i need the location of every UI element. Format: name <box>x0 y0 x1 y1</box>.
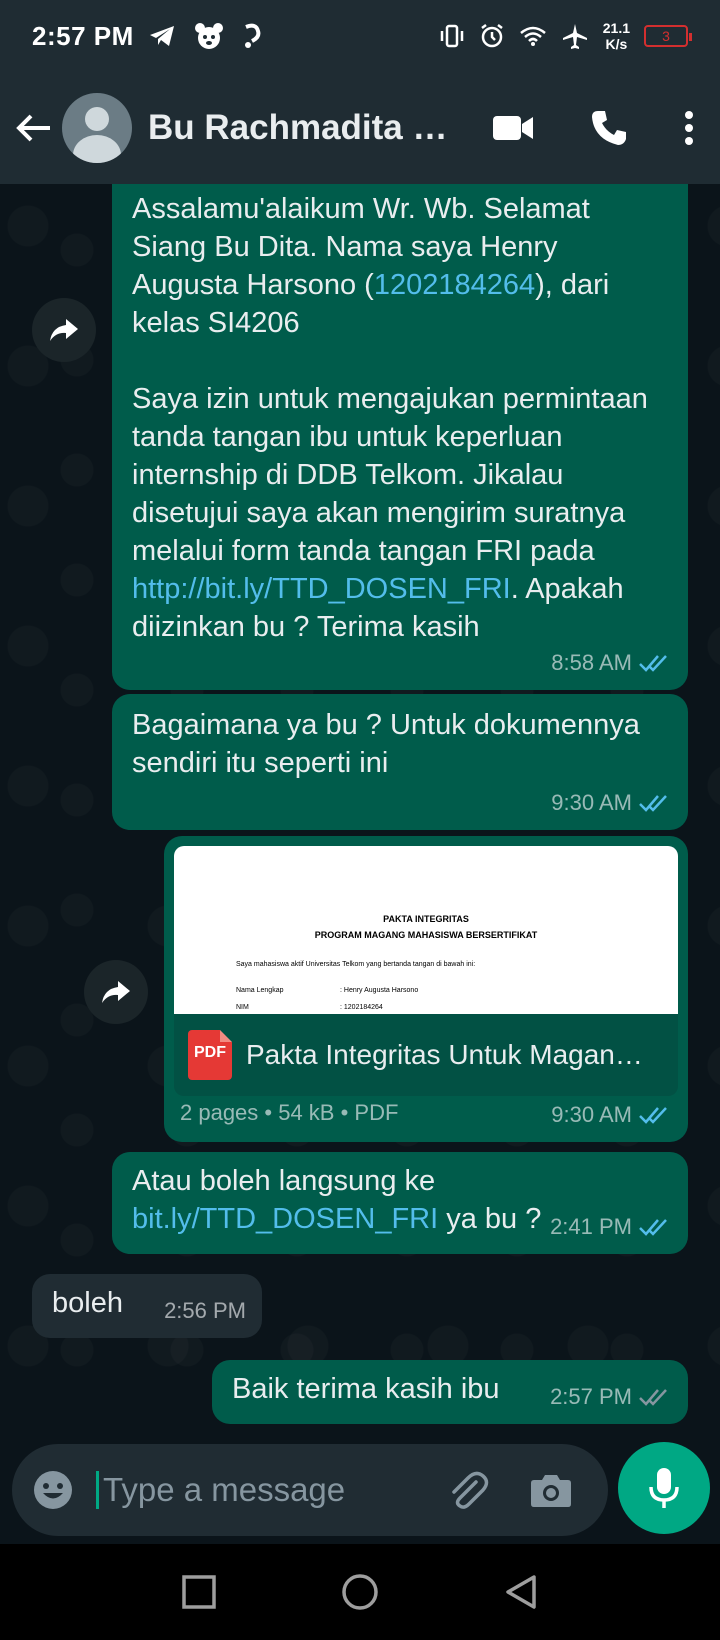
home-icon[interactable] <box>341 1573 379 1611</box>
chat-header: Bu Rachmadita Kurniawati <box>0 72 720 184</box>
app-notification-icon <box>244 23 261 48</box>
message-time: 9:30 AM <box>551 790 632 815</box>
document-preview[interactable]: PAKTA INTEGRITAS PROGRAM MAGANG MAHASISW… <box>174 846 678 1014</box>
message-meta: 2:57 PM <box>550 1378 672 1416</box>
url-link[interactable]: bit.ly/TTD_DOSEN_FRI <box>132 1203 438 1235</box>
avatar[interactable] <box>62 93 132 163</box>
message-time: 9:30 AM <box>551 1102 632 1127</box>
recent-apps-icon[interactable] <box>182 1575 217 1609</box>
forward-icon <box>102 981 130 1003</box>
message-time: 2:57 PM <box>550 1384 632 1409</box>
forward-icon <box>50 319 78 341</box>
airplane-mode-icon <box>562 24 587 49</box>
message-bubble-outgoing[interactable]: Atau boleh langsung ke bit.ly/TTD_DOSEN_… <box>112 1152 688 1254</box>
vibrate-icon <box>440 24 463 48</box>
more-options-icon[interactable] <box>684 111 694 145</box>
emoji-icon[interactable] <box>32 1469 74 1511</box>
voice-call-icon[interactable] <box>590 109 628 147</box>
message-bubble-outgoing[interactable]: Baik terima kasih ibu 2:57 PM <box>212 1360 688 1424</box>
net-speed-unit: K/s <box>605 36 628 52</box>
pdf-badge-label: PDF <box>194 1044 226 1061</box>
message-text: Assalamu'alaikum Wr. Wb. Selamat Siang B… <box>132 190 668 342</box>
message-text: Atau boleh langsung ke bit.ly/TTD_DOSEN_… <box>132 1162 552 1238</box>
message-text-part: Atau boleh langsung ke <box>132 1165 436 1197</box>
message-time: 2:41 PM <box>550 1214 632 1239</box>
message-text-part: Saya izin untuk mengajukan permintaan ta… <box>132 383 648 567</box>
message-meta: 8:58 AM <box>551 644 672 682</box>
net-speed: 21.1 K/s <box>603 20 630 52</box>
read-receipt-icon <box>639 1107 667 1124</box>
system-navigation-bar <box>0 1544 720 1640</box>
message-bubble-incoming[interactable]: boleh 2:56 PM <box>32 1274 262 1338</box>
voice-record-button[interactable] <box>618 1442 710 1534</box>
delivered-receipt-icon <box>639 1389 667 1406</box>
message-input[interactable] <box>96 1471 426 1509</box>
avatar-head <box>85 107 109 131</box>
video-call-icon[interactable] <box>492 114 534 142</box>
message-time: 2:56 PM <box>164 1298 246 1323</box>
telegram-icon <box>149 26 174 46</box>
camera-icon[interactable] <box>530 1472 572 1508</box>
message-meta: 2:56 PM <box>164 1292 246 1330</box>
document-file-bar[interactable]: PDF Pakta Integritas Untuk Magang Mahasi… <box>174 1014 678 1096</box>
back-nav-icon[interactable] <box>504 1574 538 1610</box>
forward-button[interactable] <box>84 960 148 1024</box>
message-bubble-outgoing[interactable]: Bagaimana ya bu ? Untuk dokumennya sendi… <box>112 694 688 830</box>
composer <box>0 1440 720 1544</box>
battery-level: 3 <box>662 28 670 44</box>
message-time: 8:58 AM <box>551 650 632 675</box>
read-receipt-icon <box>639 795 667 812</box>
back-arrow-icon <box>16 114 50 142</box>
wifi-icon <box>519 26 546 46</box>
forward-button[interactable] <box>32 298 96 362</box>
chat-area[interactable]: Assalamu'alaikum Wr. Wb. Selamat Siang B… <box>0 184 720 1440</box>
header-actions <box>492 109 708 147</box>
pdf-file-icon: PDF <box>188 1030 232 1080</box>
contact-name[interactable]: Bu Rachmadita Kurniawati <box>148 108 458 148</box>
message-text: Saya izin untuk mengajukan permintaan ta… <box>132 380 668 646</box>
message-meta: 9:30 AM <box>551 1096 672 1134</box>
back-button[interactable] <box>12 106 56 150</box>
bear-app-icon <box>194 23 223 49</box>
preview-value-nim: : 1202184264 <box>340 1004 383 1011</box>
message-bubble-outgoing[interactable]: Assalamu'alaikum Wr. Wb. Selamat Siang B… <box>112 184 688 690</box>
document-message[interactable]: PAKTA INTEGRITAS PROGRAM MAGANG MAHASISW… <box>164 836 688 1142</box>
document-info: 2 pages • 54 kB • PDF <box>180 1100 399 1125</box>
battery-icon: 3 <box>644 25 692 47</box>
message-input-box <box>12 1444 608 1536</box>
net-speed-value: 21.1 <box>602 20 630 36</box>
read-receipt-icon <box>639 1219 667 1236</box>
url-link[interactable]: http://bit.ly/TTD_DOSEN_FRI <box>132 573 511 605</box>
document-file-name: Pakta Integritas Untuk Magang Mahasiswa … <box>246 1039 646 1070</box>
attach-icon[interactable] <box>446 1468 490 1512</box>
status-time: 2:57 PM <box>32 20 134 51</box>
alarm-icon <box>481 24 503 48</box>
phone-number-link[interactable]: 1202184264 <box>374 269 535 301</box>
status-bar: 2:57 PM 21.1 K/s 3 <box>0 0 720 72</box>
message-meta: 9:30 AM <box>551 784 672 822</box>
message-text-part: ya bu ? <box>438 1203 542 1235</box>
status-notification-icons <box>148 22 266 50</box>
message-text: Bagaimana ya bu ? Untuk dokumennya sendi… <box>132 709 640 779</box>
status-right-icons: 21.1 K/s 3 <box>439 20 692 52</box>
message-meta: 2:41 PM <box>550 1208 672 1246</box>
preview-label-nim: NIM <box>236 1004 249 1011</box>
microphone-icon <box>649 1468 679 1508</box>
read-receipt-icon <box>639 655 667 672</box>
avatar-body <box>73 135 121 163</box>
